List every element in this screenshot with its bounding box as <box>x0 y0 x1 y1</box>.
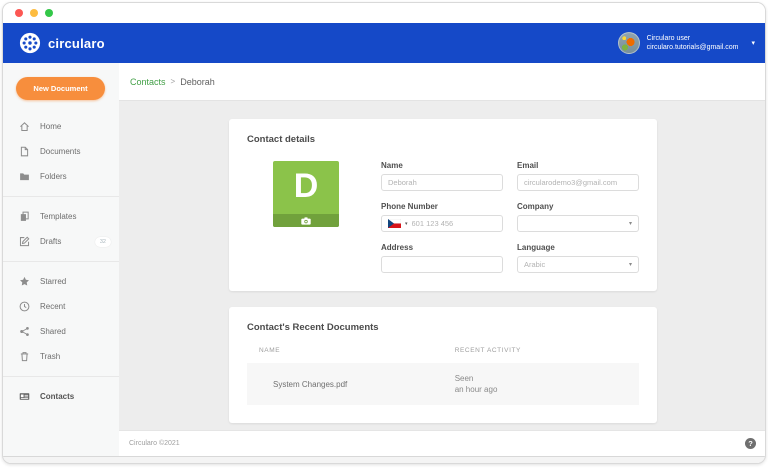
table-row[interactable]: System Changes.pdf Seen an hour ago <box>247 363 639 405</box>
card-title: Contact's Recent Documents <box>247 322 639 333</box>
share-icon <box>19 326 30 337</box>
sidebar: New Document Home Documents <box>3 63 119 456</box>
footer: Circularo ©2021 ? <box>119 430 765 456</box>
sidebar-divider <box>3 376 119 377</box>
sidebar-item-label: Folders <box>40 172 67 181</box>
sidebar-item-label: Drafts <box>40 237 61 246</box>
window-minimize-button[interactable] <box>30 9 38 17</box>
contact-avatar-letter: D <box>273 159 339 214</box>
user-email: circularo.tutorials@gmail.com <box>647 43 739 52</box>
sidebar-item-documents[interactable]: Documents <box>3 139 119 164</box>
sidebar-item-label: Home <box>40 122 61 131</box>
email-label: Email <box>517 161 639 170</box>
czech-flag-icon[interactable] <box>388 219 401 228</box>
sidebar-item-shared[interactable]: Shared <box>3 319 119 344</box>
card-title: Contact details <box>247 134 639 145</box>
sidebar-item-templates[interactable]: Templates <box>3 204 119 229</box>
user-name: Circularo user <box>647 34 739 43</box>
contact-details-card: Contact details D Name Deborah <box>229 119 657 291</box>
camera-icon[interactable] <box>273 214 339 227</box>
phone-field[interactable]: ▾ 601 123 456 <box>381 215 503 232</box>
table-header: NAME RECENT ACTIVITY <box>247 347 639 363</box>
sidebar-item-label: Documents <box>40 147 80 156</box>
name-field[interactable]: Deborah <box>381 174 503 191</box>
help-icon[interactable]: ? <box>745 438 756 449</box>
activity-time: an hour ago <box>455 384 639 395</box>
email-field[interactable]: circularodemo3@gmail.com <box>517 174 639 191</box>
company-label: Company <box>517 202 639 211</box>
sidebar-item-label: Templates <box>40 212 76 221</box>
breadcrumb-contacts-link[interactable]: Contacts <box>130 77 166 87</box>
breadcrumb: Contacts > Deborah <box>119 63 765 101</box>
language-label: Language <box>517 243 639 252</box>
trash-icon <box>19 351 30 362</box>
sidebar-item-home[interactable]: Home <box>3 114 119 139</box>
window-bottom-edge <box>3 456 765 463</box>
clock-icon <box>19 301 30 312</box>
sidebar-item-starred[interactable]: Starred <box>3 269 119 294</box>
window-titlebar <box>3 3 765 23</box>
sidebar-item-label: Trash <box>40 352 60 361</box>
circularo-logo-icon <box>19 32 41 54</box>
drafts-count-badge: 32 <box>95 237 111 247</box>
sidebar-item-drafts[interactable]: Drafts 32 <box>3 229 119 254</box>
phone-label: Phone Number <box>381 202 503 211</box>
contacts-icon <box>19 391 30 402</box>
sidebar-item-label: Contacts <box>40 392 74 401</box>
home-icon <box>19 121 30 132</box>
window-zoom-button[interactable] <box>45 9 53 17</box>
folder-icon <box>19 171 30 182</box>
flag-caret-icon: ▾ <box>405 221 408 227</box>
recent-documents-card: Contact's Recent Documents NAME RECENT A… <box>229 307 657 423</box>
activity-status: Seen <box>455 373 639 384</box>
sidebar-item-label: Shared <box>40 327 66 336</box>
language-select[interactable]: Arabic ▾ <box>517 256 639 273</box>
sidebar-item-contacts[interactable]: Contacts <box>3 384 119 409</box>
breadcrumb-current: Deborah <box>180 77 215 87</box>
address-field[interactable] <box>381 256 503 273</box>
new-document-button[interactable]: New Document <box>16 77 105 100</box>
document-icon <box>19 146 30 157</box>
phone-placeholder: 601 123 456 <box>412 219 454 228</box>
address-label: Address <box>381 243 503 252</box>
brand[interactable]: circularo <box>19 32 105 54</box>
column-header-activity: RECENT ACTIVITY <box>455 347 639 354</box>
sidebar-item-label: Recent <box>40 302 65 311</box>
sidebar-item-recent[interactable]: Recent <box>3 294 119 319</box>
recent-documents-table: NAME RECENT ACTIVITY System Changes.pdf … <box>247 347 639 405</box>
sidebar-divider <box>3 261 119 262</box>
copyright-text: Circularo ©2021 <box>129 440 180 447</box>
chevron-down-icon: ▾ <box>629 261 632 268</box>
star-icon <box>19 276 30 287</box>
sidebar-item-trash[interactable]: Trash <box>3 344 119 369</box>
sidebar-nav: Home Documents Folders <box>3 114 119 409</box>
sidebar-divider <box>3 196 119 197</box>
column-header-name: NAME <box>259 347 455 354</box>
breadcrumb-separator: > <box>171 77 176 86</box>
avatar <box>618 32 640 54</box>
document-name: System Changes.pdf <box>259 380 455 389</box>
sidebar-item-folders[interactable]: Folders <box>3 164 119 189</box>
chevron-down-icon: ▾ <box>751 39 755 47</box>
page-content: Contact details D Name Deborah <box>119 101 765 430</box>
contact-form: Name Deborah Email circularodemo3@gmail.… <box>381 161 639 273</box>
contact-avatar-upload[interactable]: D <box>273 161 339 227</box>
templates-icon <box>19 211 30 222</box>
brand-name: circularo <box>48 36 105 51</box>
app-window: circularo Circularo user circularo.tutor… <box>2 2 766 464</box>
user-menu[interactable]: Circularo user circularo.tutorials@gmail… <box>618 32 757 54</box>
company-select[interactable]: ▾ <box>517 215 639 232</box>
name-label: Name <box>381 161 503 170</box>
chevron-down-icon: ▾ <box>629 220 632 227</box>
sidebar-item-label: Starred <box>40 277 66 286</box>
window-close-button[interactable] <box>15 9 23 17</box>
drafts-icon <box>19 236 30 247</box>
document-activity: Seen an hour ago <box>455 373 639 395</box>
app-header: circularo Circularo user circularo.tutor… <box>3 23 765 63</box>
